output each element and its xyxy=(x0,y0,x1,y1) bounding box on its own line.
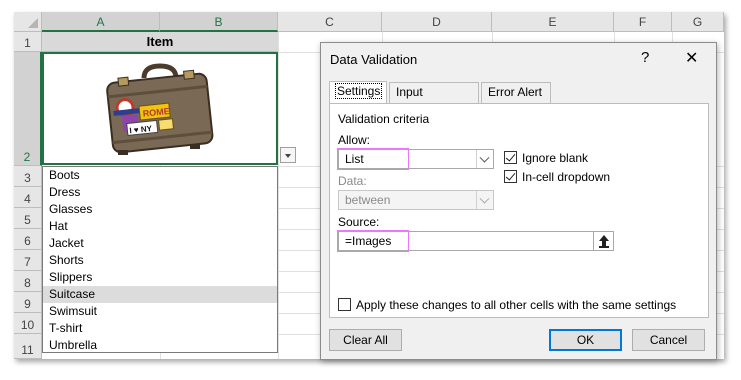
column-header-a[interactable]: A xyxy=(42,12,160,32)
list-item[interactable]: Swimsuit xyxy=(43,303,277,320)
cancel-button[interactable]: Cancel xyxy=(632,329,705,351)
row-header-2[interactable]: 2 xyxy=(14,52,42,166)
column-header-f[interactable]: F xyxy=(614,12,672,32)
list-item[interactable]: Shorts xyxy=(43,252,277,269)
gridline xyxy=(278,32,279,359)
data-label: Data: xyxy=(338,174,367,188)
column-header-e[interactable]: E xyxy=(492,12,614,32)
tab-settings-label: Settings xyxy=(334,83,383,99)
collapse-dialog-icon[interactable] xyxy=(593,232,613,250)
tab-error-alert[interactable]: Error Alert xyxy=(481,82,551,103)
list-item[interactable]: Dress xyxy=(43,184,277,201)
cell-dropdown-arrow-button[interactable] xyxy=(280,147,296,163)
column-header-c[interactable]: C xyxy=(278,12,382,32)
allow-label: Allow: xyxy=(338,133,371,147)
in-cell-dropdown-checkbox[interactable] xyxy=(504,170,517,183)
source-highlight xyxy=(337,230,409,252)
column-header-g[interactable]: G xyxy=(672,12,724,32)
row-header-1[interactable]: 1 xyxy=(14,32,42,52)
row-header-4[interactable]: 4 xyxy=(14,187,42,208)
dialog-title: Data Validation xyxy=(330,52,418,67)
tab-error-alert-label: Error Alert xyxy=(488,85,543,99)
in-cell-dropdown-label: In-cell dropdown xyxy=(522,170,611,184)
row-header-8[interactable]: 8 xyxy=(14,271,42,292)
ignore-blank-label: Ignore blank xyxy=(522,151,589,165)
active-cell-image[interactable]: ROME I ♥ NY xyxy=(42,52,278,165)
data-select-value: between xyxy=(345,193,391,207)
data-validation-dialog: Data Validation ? ✕ Settings Input Messa… xyxy=(320,42,717,360)
source-label: Source: xyxy=(338,215,380,229)
row-header-9[interactable]: 9 xyxy=(14,292,42,313)
cell-dropdown-list: Boots Dress Glasses Hat Jacket Shorts Sl… xyxy=(42,166,278,353)
list-item[interactable]: Hat xyxy=(43,218,277,235)
list-item[interactable]: Umbrella xyxy=(43,337,277,354)
chevron-down-icon xyxy=(476,150,493,168)
close-icon[interactable]: ✕ xyxy=(685,48,698,68)
row-header-5[interactable]: 5 xyxy=(14,208,42,229)
row-header-6[interactable]: 6 xyxy=(14,229,42,250)
select-all-corner[interactable] xyxy=(14,12,42,32)
row-header-11[interactable]: 11 xyxy=(14,334,42,359)
column-header-b[interactable]: B xyxy=(160,12,278,32)
list-item[interactable]: Glasses xyxy=(43,201,277,218)
settings-panel: Validation criteria Allow: List Ignore b… xyxy=(329,103,709,318)
apply-all-checkbox[interactable] xyxy=(338,298,351,311)
list-item[interactable]: Slippers xyxy=(43,269,277,286)
header-cell-item[interactable]: Item xyxy=(42,32,278,52)
allow-highlight xyxy=(337,148,409,170)
clear-all-button[interactable]: Clear All xyxy=(329,329,402,351)
list-item[interactable]: Boots xyxy=(43,167,277,184)
tab-input-message[interactable]: Input Message xyxy=(389,82,479,118)
list-item-highlighted[interactable]: Suitcase xyxy=(43,286,277,303)
validation-criteria-heading: Validation criteria xyxy=(338,112,430,126)
ok-button[interactable]: OK xyxy=(549,329,622,351)
ignore-blank-checkbox[interactable] xyxy=(504,151,517,164)
row-header-3[interactable]: 3 xyxy=(14,166,42,187)
list-item[interactable]: T-shirt xyxy=(43,320,277,337)
row-header-10[interactable]: 10 xyxy=(14,313,42,334)
suitcase-image: ROME I ♥ NY xyxy=(106,63,214,155)
list-item[interactable]: Jacket xyxy=(43,235,277,252)
tab-settings[interactable]: Settings xyxy=(329,81,387,103)
help-icon[interactable]: ? xyxy=(641,49,649,66)
row-header-7[interactable]: 7 xyxy=(14,250,42,271)
chevron-down-icon xyxy=(476,191,493,209)
data-select: between xyxy=(338,190,494,210)
column-header-d[interactable]: D xyxy=(382,12,492,32)
apply-all-label: Apply these changes to all other cells w… xyxy=(356,298,677,312)
